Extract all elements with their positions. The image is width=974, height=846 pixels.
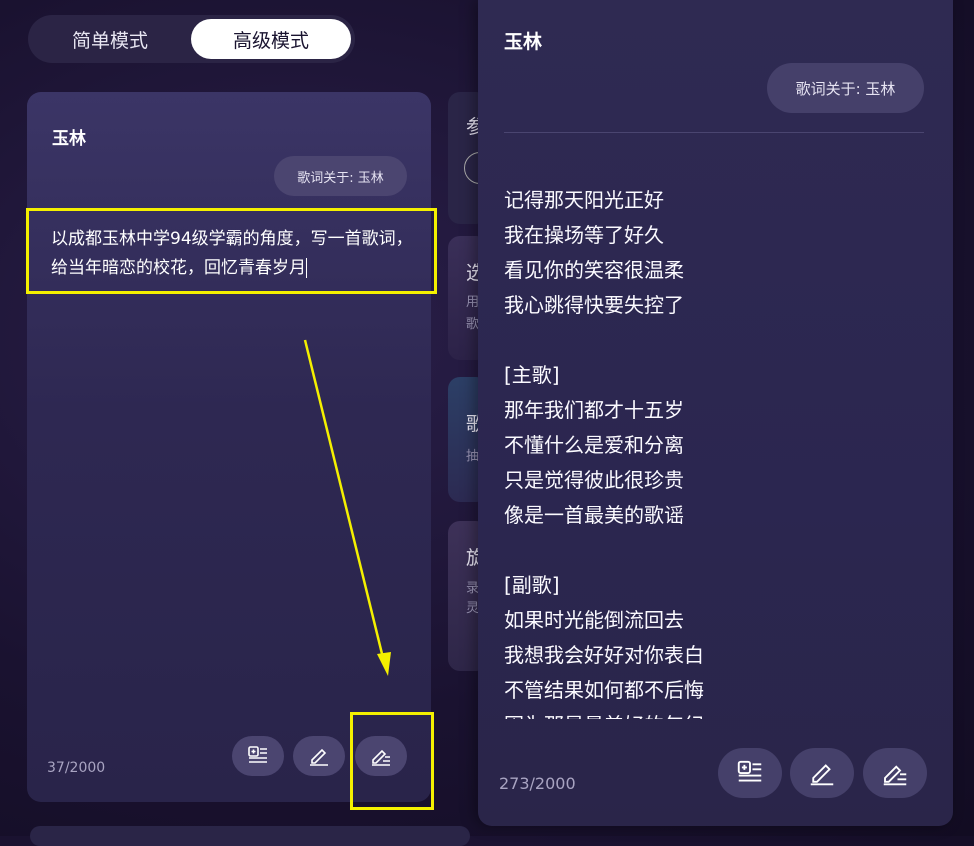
lyric-line: 像是一首最美的歌谣 bbox=[504, 503, 684, 527]
lyrics-input-card: 玉林 歌词关于: 玉林 37/2000 bbox=[27, 92, 431, 802]
add-lines-button[interactable] bbox=[232, 736, 284, 776]
lyric-line: [副歌] bbox=[504, 573, 560, 597]
card-title: 玉林 bbox=[52, 129, 86, 149]
pen-icon bbox=[310, 748, 328, 766]
char-counter: 37/2000 bbox=[47, 760, 106, 776]
rewrite-button-highlight bbox=[350, 712, 434, 810]
add-lines-icon bbox=[737, 760, 762, 782]
lyric-line: 不懂什么是爱和分离 bbox=[504, 433, 684, 457]
lyrics-result-panel: 玉林 歌词关于: 玉林 记得那天阳光正好 我在操场等了好久 看见你的笑容很温柔 … bbox=[478, 0, 953, 826]
prompt-text: 以成都玉林中学94级学霸的角度，写一首歌词，给当年暗恋的校花，回忆青春岁月 bbox=[51, 229, 413, 278]
topic-pill[interactable]: 歌词关于: 玉林 bbox=[274, 156, 407, 196]
result-add-lines-button[interactable] bbox=[718, 748, 782, 798]
result-char-counter: 273/2000 bbox=[499, 774, 576, 793]
bottom-card-edge bbox=[30, 826, 470, 846]
pen-icon bbox=[810, 764, 834, 786]
lyric-line: [主歌] bbox=[504, 363, 560, 387]
lyric-line: 我想我会好好对你表白 bbox=[504, 643, 704, 667]
lyrics-text[interactable]: 记得那天阳光正好 我在操场等了好久 看见你的笑容很温柔 我心跳得快要失控了 [主… bbox=[504, 183, 924, 719]
prompt-input[interactable]: 以成都玉林中学94级学霸的角度，写一首歌词，给当年暗恋的校花，回忆青春岁月 bbox=[26, 208, 424, 291]
lyric-line: 我心跳得快要失控了 bbox=[504, 293, 684, 317]
result-rewrite-button[interactable] bbox=[863, 748, 927, 798]
edit-button[interactable] bbox=[293, 736, 345, 776]
lyric-line: 我在操场等了好久 bbox=[504, 223, 664, 247]
result-topic-pill[interactable]: 歌词关于: 玉林 bbox=[767, 63, 924, 113]
simple-mode-button[interactable]: 简单模式 bbox=[30, 19, 190, 59]
advanced-mode-button[interactable]: 高级模式 bbox=[191, 19, 351, 59]
result-edit-button[interactable] bbox=[790, 748, 854, 798]
lyric-line: 不管结果如何都不后悔 bbox=[504, 678, 704, 702]
lyric-line: 因为那是最美好的年纪 bbox=[504, 708, 924, 719]
rewrite-icon bbox=[883, 765, 907, 786]
lyric-line: 看见你的笑容很温柔 bbox=[504, 258, 684, 282]
lyric-line bbox=[504, 323, 924, 358]
lyric-line: 只是觉得彼此很珍贵 bbox=[504, 468, 684, 492]
lyric-line: 如果时光能倒流回去 bbox=[504, 608, 684, 632]
mode-toggle: 简单模式 高级模式 bbox=[28, 15, 355, 63]
lyric-line: 那年我们都才十五岁 bbox=[504, 398, 684, 422]
add-lines-icon bbox=[248, 746, 267, 763]
text-cursor bbox=[306, 258, 307, 278]
lyric-line bbox=[504, 533, 924, 568]
lyric-line: 记得那天阳光正好 bbox=[504, 188, 664, 212]
divider bbox=[504, 132, 924, 133]
result-title: 玉林 bbox=[504, 31, 543, 53]
